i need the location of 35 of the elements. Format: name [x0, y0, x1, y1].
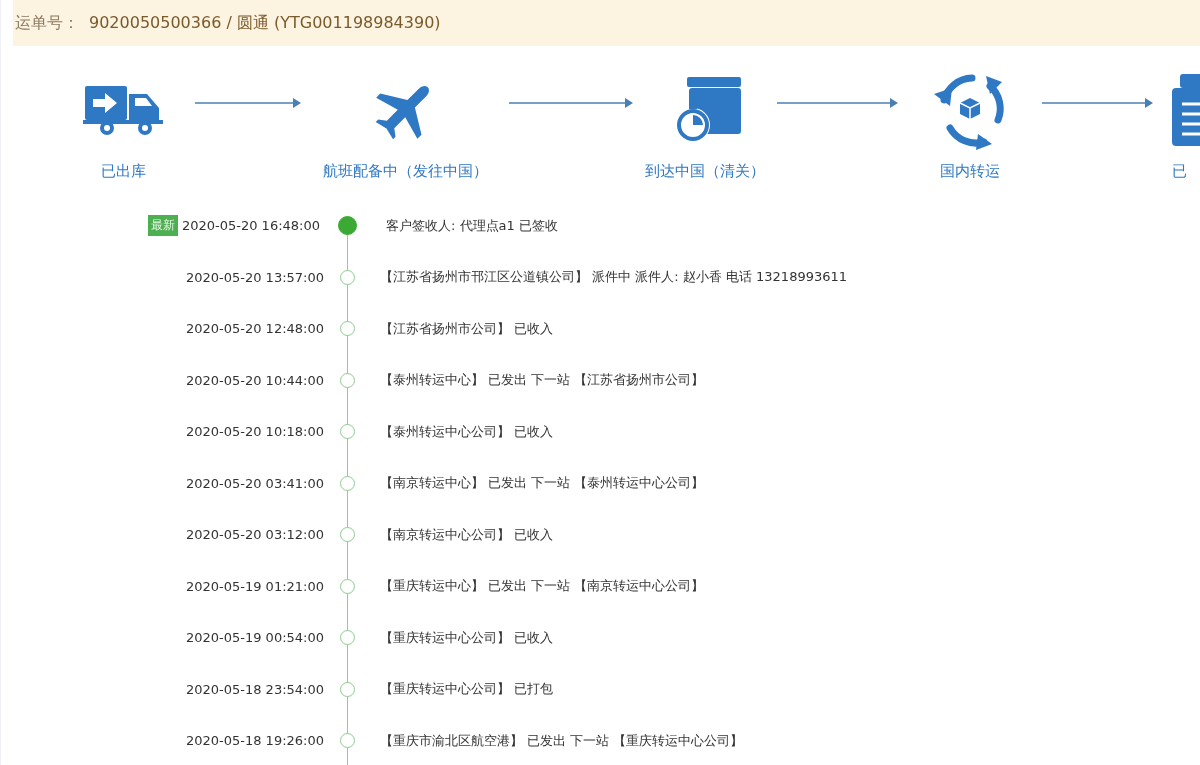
arrow-icon	[195, 98, 301, 108]
step-label: 国内转运	[940, 162, 1000, 181]
event-time: 2020-05-18 23:54:00	[185, 681, 324, 697]
truck-icon	[83, 84, 163, 136]
waybill-number: 9020050500366 / 圆通 (YTG001198984390)	[89, 12, 441, 34]
step-label: 到达中国（清关）	[645, 162, 765, 181]
event-time: 2020-05-18 19:26:00	[185, 733, 324, 749]
event-time: 2020-05-20 03:12:00	[185, 527, 324, 543]
event-time: 2020-05-19 00:54:00	[185, 630, 324, 646]
latest-badge: 最新	[147, 215, 178, 237]
event-text: 客户签收人: 代理点a1 已签收	[385, 216, 559, 235]
event-time: 2020-05-20 03:41:00	[185, 475, 324, 491]
event-text: 【江苏省扬州市邗江区公道镇公司】 派件中 派件人: 赵小香 电话 13218993611	[379, 268, 849, 287]
arrow-icon	[509, 98, 633, 108]
event-time: 2020-05-20 13:57:00	[185, 269, 324, 285]
step-label: 航班配备中（发往中国）	[322, 162, 488, 181]
event-text: 【重庆转运中心公司】 已打包	[379, 680, 555, 699]
arrow-icon	[777, 98, 898, 108]
event-time: 2020-05-20 10:44:00	[185, 372, 324, 388]
event-time: 2020-05-20 10:18:00	[185, 424, 324, 440]
event-text: 【南京转运中心】 已发出 下一站 【泰州转运中心公司】	[379, 474, 706, 493]
event-text: 【泰州转运中心】 已发出 下一站 【江苏省扬州市公司】	[379, 371, 706, 390]
step-label: 已	[1172, 162, 1187, 181]
event-time: 2020-05-20 12:48:00	[185, 321, 324, 337]
event-text: 【重庆市渝北区航空港】 已发出 下一站 【重庆转运中心公司】	[379, 731, 745, 750]
event-text: 【重庆转运中心公司】 已收入	[379, 628, 555, 647]
event-text: 【江苏省扬州市公司】 已收入	[379, 319, 555, 338]
waybill-label: 运单号：	[15, 12, 79, 34]
event-time: 2020-05-20 16:48:00	[181, 218, 320, 234]
arrow-icon	[1042, 98, 1153, 108]
step-label: 已出库	[100, 162, 146, 181]
event-text: 【泰州转运中心公司】 已收入	[379, 422, 555, 441]
event-time: 2020-05-19 01:21:00	[185, 578, 324, 594]
event-text: 【重庆转运中心】 已发出 下一站 【南京转运中心公司】	[379, 577, 706, 596]
event-text: 【南京转运中心公司】 已收入	[379, 525, 555, 544]
